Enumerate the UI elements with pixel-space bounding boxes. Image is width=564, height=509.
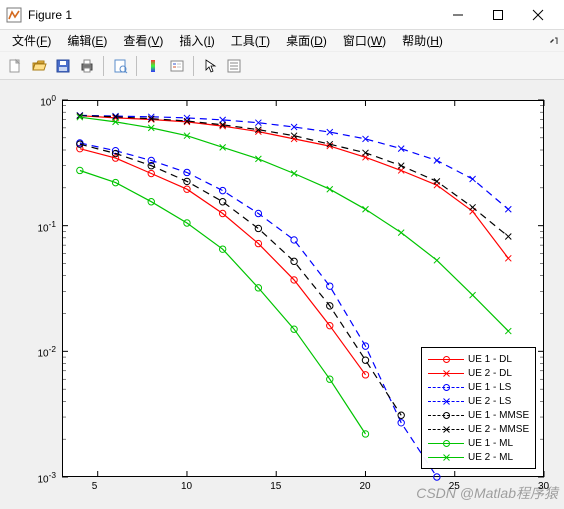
figure-canvas[interactable]: 5101520253010-310-210-1100 UE 1 - DLUE 2… (0, 80, 564, 509)
toolbar-separator (193, 56, 194, 76)
legend-entry[interactable]: UE 1 - LS (428, 380, 529, 394)
insert-legend-button[interactable] (166, 55, 188, 77)
legend-label: UE 1 - DL (468, 354, 512, 365)
menu-window[interactable]: 窗口(W) (335, 30, 394, 51)
new-figure-button[interactable] (4, 55, 26, 77)
legend-label: UE 1 - MMSE (468, 410, 529, 421)
toolbar (0, 52, 564, 80)
menu-insert[interactable]: 插入(I) (171, 30, 222, 51)
legend-entry[interactable]: UE 2 - LS (428, 394, 529, 408)
legend[interactable]: UE 1 - DL UE 2 - DL UE 1 - LS UE 2 - LS UE 1… (421, 347, 536, 469)
legend-entry[interactable]: UE 1 - ML (428, 436, 529, 450)
window-title: Figure 1 (28, 8, 438, 22)
app-icon (6, 7, 22, 23)
menu-tools[interactable]: 工具(T) (223, 30, 278, 51)
menu-view[interactable]: 查看(V) (115, 30, 171, 51)
legend-entry[interactable]: UE 1 - DL (428, 352, 529, 366)
minimize-button[interactable] (438, 0, 478, 30)
legend-label: UE 2 - MMSE (468, 424, 529, 435)
maximize-button[interactable] (478, 0, 518, 30)
menubar: 文件(F) 编辑(E) 查看(V) 插入(I) 工具(T) 桌面(D) 窗口(W… (0, 30, 564, 52)
insert-colorbar-button[interactable] (142, 55, 164, 77)
print-button[interactable] (76, 55, 98, 77)
menu-help[interactable]: 帮助(H) (394, 30, 451, 51)
legend-label: UE 2 - ML (468, 452, 513, 463)
window-titlebar: Figure 1 (0, 0, 564, 30)
edit-plot-button[interactable] (199, 55, 221, 77)
menu-file[interactable]: 文件(F) (4, 30, 59, 51)
legend-label: UE 2 - LS (468, 396, 511, 407)
close-button[interactable] (518, 0, 558, 30)
toolbar-separator (136, 56, 137, 76)
menu-overflow-icon[interactable] (546, 30, 560, 52)
toolbar-separator (103, 56, 104, 76)
legend-label: UE 2 - DL (468, 368, 512, 379)
save-button[interactable] (52, 55, 74, 77)
legend-entry[interactable]: UE 2 - MMSE (428, 422, 529, 436)
watermark-text: CSDN @Matlab程序猿 (416, 483, 558, 503)
open-button[interactable] (28, 55, 50, 77)
legend-label: UE 1 - ML (468, 438, 513, 449)
menu-edit[interactable]: 编辑(E) (59, 30, 115, 51)
legend-label: UE 1 - LS (468, 382, 511, 393)
print-preview-button[interactable] (109, 55, 131, 77)
legend-entry[interactable]: UE 1 - MMSE (428, 408, 529, 422)
menu-desktop[interactable]: 桌面(D) (278, 30, 335, 51)
legend-entry[interactable]: UE 2 - DL (428, 366, 529, 380)
legend-entry[interactable]: UE 2 - ML (428, 450, 529, 464)
property-inspector-button[interactable] (223, 55, 245, 77)
